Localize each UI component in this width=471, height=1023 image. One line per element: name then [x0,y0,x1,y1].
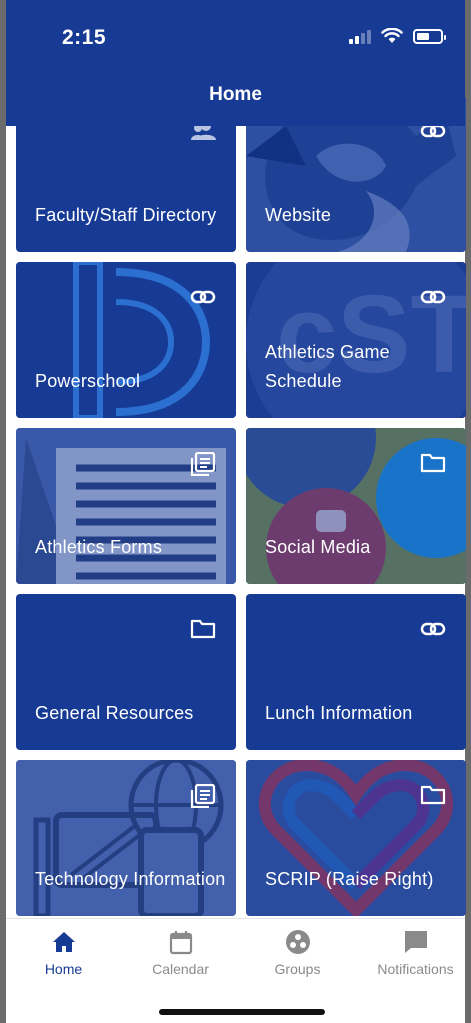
tile-athletics-forms[interactable]: Athletics Forms [16,428,236,584]
tile-label: Powerschool [35,371,141,391]
nav-label: Calendar [152,961,209,977]
document-icon [190,783,216,809]
link-icon [420,618,446,640]
tile-label: Athletics Forms [35,537,163,557]
tile-general-resources[interactable]: General Resources [16,594,236,750]
tile-technology-information[interactable]: Technology Information [16,760,236,916]
tile-lunch-information[interactable]: Lunch Information [246,594,466,750]
tile-label: General Resources [35,703,194,723]
home-icon [52,932,75,952]
nav-item-notifications[interactable]: Notifications [358,929,471,977]
folder-icon [190,618,216,640]
document-icon [190,451,216,477]
status-icons [349,28,446,44]
tile-label: Faculty/Staff Directory [35,205,217,225]
status-time: 2:15 [62,26,107,49]
folder-icon [420,784,446,806]
wifi-icon [381,28,403,44]
battery-icon [413,28,446,44]
nav-label: Home [44,961,83,977]
tile-label: SCRIP (Raise Right) [265,869,434,889]
nav-item-calendar[interactable]: Calendar [123,929,238,977]
page-title: Home [209,84,262,105]
tile-label: Technology Information [35,869,226,889]
tile-social-media[interactable]: Social Media [246,428,466,584]
tile-label: Website [265,205,332,225]
tile-powerschool[interactable]: Powerschool [16,262,236,418]
tile-label: Athletics Game Schedule [265,342,390,391]
left-frame [0,0,6,1023]
signal-icon [349,28,371,44]
nav-item-groups[interactable]: Groups [240,929,355,977]
groups-icon [285,930,310,954]
chat-icon [404,931,427,953]
app-header: 2:15 Home [6,0,465,126]
nav-label: Groups [274,961,321,977]
tile-scrip-raise-right[interactable]: SCRIP (Raise Right) [246,760,466,916]
tile-athletics-game-schedule[interactable]: cST Athletics Game Schedule [246,262,466,418]
nav-item-home[interactable]: Home [6,929,121,977]
tile-label: Lunch Information [265,703,413,723]
nav-label: Notifications [377,961,454,977]
home-indicator [159,1009,325,1015]
folder-icon [420,452,446,474]
tile-label: Social Media [265,537,371,557]
calendar-icon [169,931,192,955]
link-icon [420,286,446,308]
bottom-nav: Home Calendar Groups Notifications [6,918,465,1023]
link-icon [190,286,216,308]
